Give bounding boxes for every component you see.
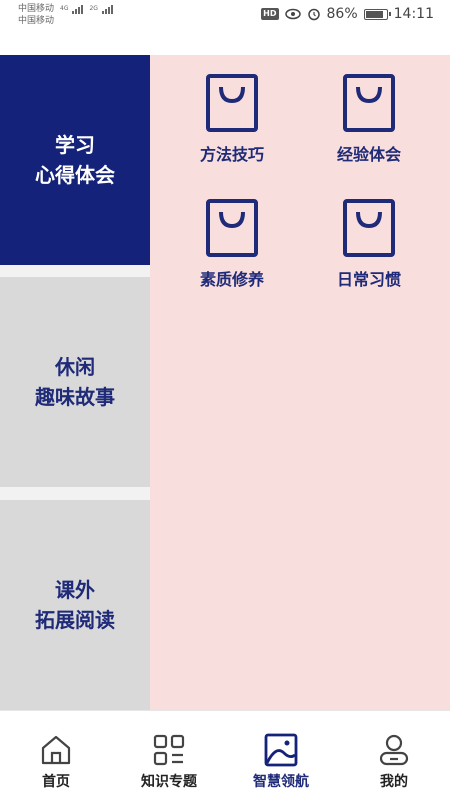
alarm-icon: [307, 8, 320, 21]
eye-icon: [284, 8, 301, 20]
sidebar-item-line1: 课外: [55, 578, 95, 602]
sidebar-item-extracurricular[interactable]: 课外 拓展阅读: [0, 500, 150, 710]
nav-topics[interactable]: 知识专题: [113, 711, 225, 800]
sidebar-item-line2: 心得体会: [35, 163, 115, 187]
sidebar-item-line1: 休闲: [55, 355, 95, 379]
carrier-1-name: 中国移动: [18, 4, 55, 14]
shopping-bag-icon: [343, 74, 395, 132]
nav-home[interactable]: 首页: [0, 711, 112, 800]
grid-list-icon: [153, 734, 185, 766]
shopping-bag-icon: [206, 199, 258, 257]
nav-profile[interactable]: 我的: [338, 711, 450, 800]
subcategory-item-habits[interactable]: 日常习惯: [314, 198, 424, 308]
nav-label: 首页: [42, 774, 70, 790]
nav-label: 智慧领航: [253, 774, 309, 790]
status-icons: HD 86% 14:11: [261, 6, 434, 22]
battery-percent: 86%: [326, 6, 358, 22]
subcategory-panel: 方法技巧 经验体会 素质修养 日常习惯: [150, 55, 450, 710]
status-bar: 中国移动 4G 2G 中国移动 HD 86% 14:11: [0, 0, 450, 32]
bottom-nav: 首页 知识专题 智慧领航 我的: [0, 710, 450, 800]
nav-guidance[interactable]: 智慧领航: [225, 711, 337, 800]
signal-icon: [101, 4, 113, 14]
shopping-bag-icon: [343, 199, 395, 257]
picture-icon: [264, 733, 298, 767]
shopping-bag-icon: [206, 74, 258, 132]
sidebar-item-line1: 学习: [55, 133, 95, 157]
subcategory-item-methods[interactable]: 方法技巧: [177, 73, 287, 183]
carrier-1-network: 4G: [60, 5, 69, 12]
subcategory-label: 方法技巧: [199, 145, 264, 164]
signal-icon: [72, 4, 84, 14]
nav-label: 知识专题: [141, 774, 197, 790]
subcategory-label: 经验体会: [336, 145, 401, 164]
sidebar-item-line2: 趣味故事: [35, 385, 115, 409]
sidebar-item-leisure[interactable]: 休闲 趣味故事: [0, 277, 150, 487]
subcategory-label: 日常习惯: [336, 270, 401, 289]
subcategory-label: 素质修养: [199, 270, 264, 289]
battery-icon: [363, 8, 391, 20]
carrier-2-name: 中国移动: [18, 16, 55, 26]
hd-icon: HD: [261, 8, 279, 20]
carrier-info: 中国移动 4G 2G 中国移动: [18, 3, 113, 27]
home-icon: [41, 735, 71, 765]
user-icon: [379, 734, 409, 766]
subcategory-item-quality[interactable]: 素质修养: [177, 198, 287, 308]
sidebar-item-line2: 拓展阅读: [35, 608, 115, 632]
nav-label: 我的: [380, 774, 408, 790]
clock-time: 14:11: [393, 6, 434, 22]
sidebar-item-study[interactable]: 学习 心得体会: [0, 55, 150, 265]
category-sidebar: 学习 心得体会 休闲 趣味故事 课外 拓展阅读: [0, 55, 150, 710]
subcategory-item-experience[interactable]: 经验体会: [314, 73, 424, 183]
carrier-2-network: 2G: [89, 5, 98, 12]
